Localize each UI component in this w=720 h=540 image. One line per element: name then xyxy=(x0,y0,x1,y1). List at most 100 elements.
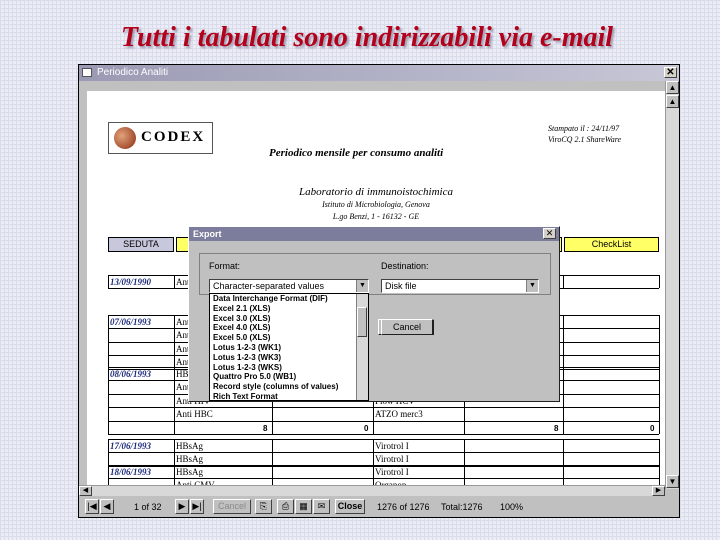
table-grid-line xyxy=(373,465,374,485)
export-dialog: Export ✕ Format: Destination: Character-… xyxy=(188,226,560,402)
table-grid-line xyxy=(174,439,175,466)
table-grid-line xyxy=(174,367,175,434)
chevron-down-icon[interactable]: ▼ xyxy=(356,280,368,292)
dialog-close-icon[interactable]: ✕ xyxy=(543,228,556,239)
format-option[interactable]: Lotus 1-2-3 (WKS) xyxy=(210,363,368,373)
table-grid-line xyxy=(373,439,374,466)
format-select-value: Character-separated values xyxy=(213,281,325,291)
format-select[interactable]: Character-separated values ▼ xyxy=(209,279,369,293)
table-grid-line xyxy=(563,275,564,289)
format-options: Data Interchange Format (DIF) Excel 2.1 (… xyxy=(210,294,368,400)
format-dropdown-list[interactable]: Data Interchange Format (DIF) Excel 2.1 (… xyxy=(209,293,369,401)
table-grid-line xyxy=(108,434,659,435)
close-button[interactable]: Close xyxy=(335,499,365,514)
format-option[interactable]: Excel 2.1 (XLS) xyxy=(210,304,368,314)
table-grid-line xyxy=(659,439,660,466)
window-title: Periodico Analiti xyxy=(97,67,169,78)
table-grid-line xyxy=(464,439,465,466)
section-date: 07/06/1993 xyxy=(110,317,152,327)
scroll-down-icon[interactable]: ▼ xyxy=(666,475,679,488)
mail-icon[interactable]: ✉ xyxy=(313,499,330,514)
section-date: 13/09/1990 xyxy=(110,277,152,287)
dropdown-scrollbar[interactable] xyxy=(356,294,368,400)
table-grid-line xyxy=(108,465,109,485)
table-grid-line xyxy=(272,465,273,485)
institute-name: Istituto di Microbiologia, Genova xyxy=(322,200,430,209)
table-grid-line xyxy=(174,465,175,485)
table-grid-line xyxy=(659,275,660,289)
table-grid-line xyxy=(174,275,175,289)
table-grid-line xyxy=(659,465,660,485)
destination-label: Destination: xyxy=(381,261,429,271)
report-title: Periodico mensile per consumo analiti xyxy=(269,147,444,159)
vertical-scrollbar[interactable]: ▲ ▲ ▼ xyxy=(665,81,679,489)
format-option[interactable]: Lotus 1-2-3 (WK3) xyxy=(210,353,368,363)
horizontal-scrollbar[interactable]: ◀ ▶ xyxy=(79,485,665,496)
cancel-button[interactable]: Cancel xyxy=(213,499,251,514)
table-grid-line xyxy=(464,465,465,485)
total-value: 0 xyxy=(364,423,369,433)
scroll-left-icon[interactable]: ◀ xyxy=(79,486,92,496)
table-grid-line xyxy=(108,275,109,289)
format-label: Format: xyxy=(209,261,241,271)
column-header-checklist: CheckList xyxy=(564,237,659,252)
section-date: 18/06/1993 xyxy=(110,467,152,477)
format-option[interactable]: Record style (columns of values) xyxy=(210,382,368,392)
logo-text: CODEX xyxy=(141,129,206,145)
print-icon[interactable]: ⎙ xyxy=(277,499,294,514)
lab-address: L.go Benzi, 1 - 16132 - GE xyxy=(332,212,420,221)
table-grid-line xyxy=(563,439,564,466)
total-value: 8 xyxy=(554,423,559,433)
destination-select-value: Disk file xyxy=(385,281,417,291)
table-grid-line xyxy=(659,367,660,434)
format-option[interactable]: Lotus 1-2-3 (WK1) xyxy=(210,343,368,353)
codex-logo: CODEX xyxy=(108,122,213,154)
control-name-cell: Virotrol I xyxy=(375,441,409,451)
table-grid-line xyxy=(174,315,175,369)
last-page-icon[interactable]: ▶| xyxy=(190,499,204,514)
test-name-cell: HBsAg xyxy=(176,454,204,465)
table-grid-line xyxy=(108,465,659,466)
print-setup-icon[interactable]: ▦ xyxy=(295,499,312,514)
dropdown-scroll-thumb[interactable] xyxy=(357,307,367,337)
scroll-up-icon[interactable]: ▲ xyxy=(666,81,679,94)
table-grid-line xyxy=(108,452,659,454)
dialog-titlebar[interactable]: Export ✕ xyxy=(189,227,559,241)
previous-page-icon[interactable]: ◀ xyxy=(100,499,114,514)
format-option[interactable]: Excel 3.0 (XLS) xyxy=(210,314,368,324)
test-name-cell: Anti HBC xyxy=(176,409,213,420)
table-grid-line xyxy=(108,367,109,434)
format-option[interactable]: Rich Text Format xyxy=(210,392,368,400)
window-close-icon[interactable]: ✕ xyxy=(664,67,677,78)
scroll-up-icon[interactable]: ▲ xyxy=(666,95,679,108)
zoom-level: 100% xyxy=(500,502,524,512)
record-count: 1276 of 1276 xyxy=(377,502,430,512)
first-page-icon[interactable]: |◀ xyxy=(85,499,99,514)
control-name-cell: Virotrol I xyxy=(375,454,409,465)
test-name-cell: HBsAg xyxy=(176,441,204,451)
table-grid-line xyxy=(563,465,564,485)
export-icon[interactable]: ⎘ xyxy=(255,499,272,514)
format-option[interactable]: Excel 5.0 (XLS) xyxy=(210,333,368,343)
cancel-button[interactable]: Cancel xyxy=(381,319,433,335)
page-indicator: 1 of 32 xyxy=(134,502,162,512)
format-option[interactable]: Quattro Pro 5.0 (WB1) xyxy=(210,372,368,382)
window-titlebar[interactable]: Periodico Analiti ✕ xyxy=(79,65,679,81)
table-grid-line xyxy=(659,315,660,369)
printed-date: Stampato il : 24/11/97 xyxy=(548,124,620,133)
table-grid-line xyxy=(108,439,109,466)
dialog-title: Export xyxy=(193,229,222,239)
destination-select[interactable]: Disk file ▼ xyxy=(381,279,539,293)
table-grid-line xyxy=(108,315,109,369)
total-value: 8 xyxy=(263,423,268,433)
format-option[interactable]: Data Interchange Format (DIF) xyxy=(210,294,368,304)
scroll-right-icon[interactable]: ▶ xyxy=(652,486,665,496)
test-name-cell: HBsAg xyxy=(176,467,204,477)
table-grid-line xyxy=(272,439,273,466)
next-page-icon[interactable]: ▶ xyxy=(175,499,189,514)
control-name-cell: ATZO merc3 xyxy=(375,409,423,420)
chevron-down-icon[interactable]: ▼ xyxy=(526,280,538,292)
total-records: Total:1276 xyxy=(441,502,483,512)
table-grid-line xyxy=(108,420,659,422)
format-option[interactable]: Excel 4.0 (XLS) xyxy=(210,323,368,333)
